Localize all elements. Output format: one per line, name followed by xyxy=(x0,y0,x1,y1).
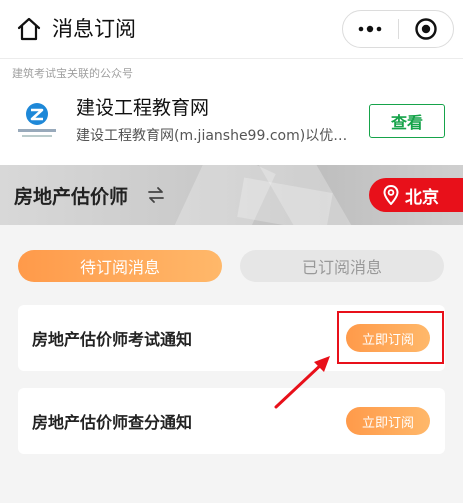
close-button[interactable] xyxy=(398,11,453,47)
notice-label: 房地产估价师查分通知 xyxy=(32,413,193,432)
official-account-description: 建设工程教育网(m.jianshe99.com)以优… xyxy=(76,128,348,144)
close-circle-icon xyxy=(415,18,437,40)
arrow-icon xyxy=(274,356,330,409)
notice-item: 房地产估价师查分通知 立即订阅 xyxy=(18,388,445,454)
navbar: 消息订阅 xyxy=(0,0,463,58)
capsule-menu xyxy=(342,10,454,48)
location-pin-icon xyxy=(383,185,399,205)
tab-pending-subscriptions[interactable]: 待订阅消息 xyxy=(18,250,222,282)
exam-title: 房地产估价师 xyxy=(14,186,129,208)
city-name: 北京 xyxy=(405,187,439,208)
official-account-header: 建筑考试宝关联的公众号 xyxy=(12,67,133,80)
view-button[interactable]: 查看 xyxy=(369,104,445,138)
page-title: 消息订阅 xyxy=(52,17,136,41)
more-dots-icon xyxy=(358,25,382,33)
official-account-name: 建设工程教育网 xyxy=(76,97,210,119)
swap-icon[interactable] xyxy=(146,185,166,205)
notice-label: 房地产估价师考试通知 xyxy=(32,330,193,349)
more-button[interactable] xyxy=(343,11,398,47)
city-selector[interactable]: 北京 xyxy=(369,178,463,212)
highlight-box xyxy=(337,311,444,364)
logo-icon xyxy=(18,103,56,137)
subscribe-button[interactable]: 立即订阅 xyxy=(346,407,430,435)
tab-subscribed[interactable]: 已订阅消息 xyxy=(240,250,444,282)
home-icon xyxy=(17,17,41,41)
official-account-logo xyxy=(14,97,60,143)
home-button[interactable] xyxy=(14,14,44,44)
